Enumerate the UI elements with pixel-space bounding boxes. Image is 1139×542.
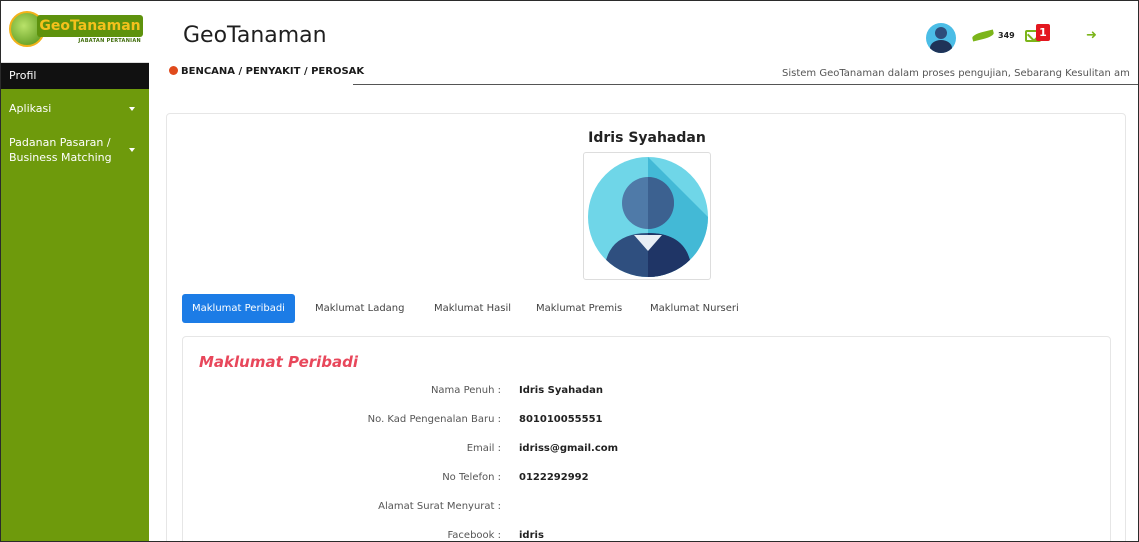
field-value: idris [519,530,544,541]
section-title: Maklumat Peribadi [199,353,359,371]
notification-badge[interactable]: 1 [1036,24,1050,41]
field-row: Facebook : idris [183,530,1112,541]
app-window: GeoTanaman JABATAN PERTANIAN Profil Apli… [0,0,1139,542]
field-value: idriss@gmail.com [519,443,619,454]
tab-maklumat-peribadi[interactable]: Maklumat Peribadi [182,294,295,323]
profile-card: Idris Syahadan Maklumat Peribadi Makluma… [166,113,1126,541]
leaf-count: 349 [998,31,1015,40]
field-row: Nama Penuh : Idris Syahadan [183,385,1112,405]
field-label: No Telefon : [442,472,501,483]
profile-name: Idris Syahadan [588,130,706,146]
sidebar-item-profil[interactable]: Profil [1,63,149,89]
ticker-divider [353,84,1138,85]
tab-maklumat-premis[interactable]: Maklumat Premis [536,294,622,323]
logo-text: GeoTanaman [37,15,143,37]
field-value: 801010055551 [519,414,603,425]
tab-maklumat-ladang[interactable]: Maklumat Ladang [315,294,405,323]
field-row: No Telefon : 0122292992 [183,472,1112,492]
field-value: Idris Syahadan [519,385,604,396]
sidebar-item-label: Aplikasi [9,102,52,115]
page-title: GeoTanaman [183,23,327,48]
field-label: Nama Penuh : [430,385,501,396]
logo-subtitle: JABATAN PERTANIAN [78,38,141,44]
sidebar-item-label: Profil [9,69,37,82]
sidebar: GeoTanaman JABATAN PERTANIAN Profil Apli… [1,1,149,541]
user-avatar-icon[interactable] [926,23,956,53]
leaf-icon[interactable] [971,29,995,42]
field-row: No. Kad Pengenalan Baru : 801010055551 [183,414,1112,434]
chevron-down-icon [129,148,135,152]
sidebar-item-label: Padanan Pasaran / Business Matching [9,136,112,164]
logo[interactable]: GeoTanaman JABATAN PERTANIAN [1,1,149,63]
user-avatar-icon [588,157,708,277]
field-label: Facebook : [447,530,501,541]
personal-info-panel: Maklumat Peribadi Nama Penuh : Idris Sya… [182,336,1112,541]
alert-link[interactable]: BENCANA / PENYAKIT / PEROSAK [169,66,364,77]
field-label: No. Kad Pengenalan Baru : [367,414,501,425]
ticker-text: Sistem GeoTanaman dalam proses pengujian… [782,68,1130,79]
alert-label: BENCANA / PENYAKIT / PEROSAK [181,66,365,77]
chevron-down-icon [129,107,135,111]
field-row: Alamat Surat Menyurat : [183,501,1112,521]
alert-icon [169,66,178,75]
field-value: 0122292992 [519,472,589,483]
tab-maklumat-hasil[interactable]: Maklumat Hasil [434,294,511,323]
field-label: Email : [466,443,501,454]
profile-photo [583,152,711,280]
field-label: Alamat Surat Menyurat : [378,501,501,512]
tab-maklumat-nurseri[interactable]: Maklumat Nurseri [650,294,739,323]
field-row: Email : idriss@gmail.com [183,443,1112,463]
sidebar-item-business-matching[interactable]: Padanan Pasaran / Business Matching [1,133,149,167]
logout-icon[interactable]: ➜ [1086,29,1100,43]
sidebar-item-aplikasi[interactable]: Aplikasi [1,99,149,119]
